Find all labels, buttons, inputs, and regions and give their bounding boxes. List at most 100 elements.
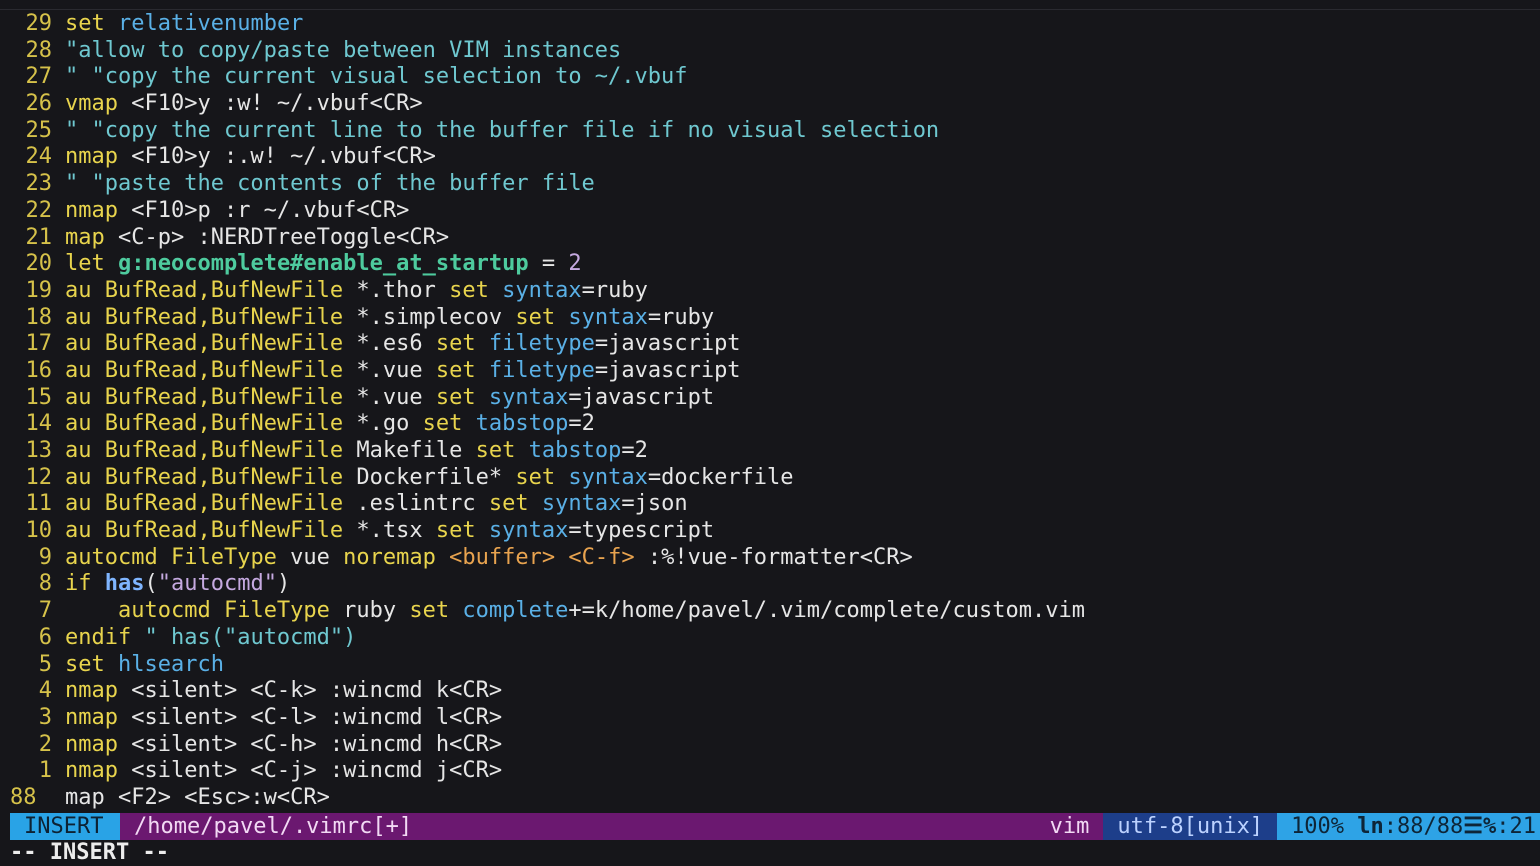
code-token: *.thor bbox=[343, 277, 450, 303]
code-line[interactable]: 13 au BufRead,BufNewFile Makefile set tab… bbox=[0, 438, 1540, 465]
code-line[interactable]: 4 nmap <silent> <C-k> :wincmd k<CR> bbox=[0, 678, 1540, 705]
code-token: BufRead,BufNewFile bbox=[104, 304, 344, 330]
line-number: 9 bbox=[38, 544, 52, 570]
code-line[interactable]: 29 set relativenumber bbox=[0, 11, 1540, 38]
code-token: has bbox=[104, 571, 145, 597]
code-line[interactable]: 10 au BufRead,BufNewFile *.tsx set syntax… bbox=[0, 518, 1540, 545]
line-number: 10 bbox=[25, 518, 53, 544]
line-code: nmap <F10>y :.w! ~/.vbuf<CR> bbox=[65, 144, 436, 169]
code-line[interactable]: 1 nmap <silent> <C-j> :wincmd j<CR> bbox=[0, 758, 1540, 785]
code-line[interactable]: 25 " "copy the current line to the buffer… bbox=[0, 118, 1540, 145]
code-line[interactable]: 3 nmap <silent> <C-l> :wincmd l<CR> bbox=[0, 705, 1540, 732]
command-line[interactable]: -- INSERT -- bbox=[10, 840, 1540, 866]
line-code: nmap <silent> <C-k> :wincmd k<CR> bbox=[65, 678, 502, 703]
line-code: au BufRead,BufNewFile *.vue set syntax=j… bbox=[65, 385, 714, 410]
code-token: set bbox=[475, 438, 516, 463]
code-token: <F10>y :.w! ~/.vbuf<CR> bbox=[117, 144, 436, 170]
code-token: filetype bbox=[488, 331, 595, 357]
line-code: autocmd FileType vue noremap <buffer> <C… bbox=[65, 545, 913, 570]
line-number: 19 bbox=[25, 277, 53, 303]
code-line[interactable]: 28 "allow to copy/paste between VIM insta… bbox=[0, 38, 1540, 65]
code-line[interactable]: 16 au BufRead,BufNewFile *.vue set filety… bbox=[0, 358, 1540, 385]
code-line[interactable]: 9 autocmd FileType vue noremap <buffer> <… bbox=[0, 545, 1540, 572]
line-number: 2 bbox=[38, 731, 52, 757]
code-token: syntax bbox=[568, 464, 648, 490]
code-token: *.es6 bbox=[343, 331, 436, 357]
code-token: <C-p> :NERDTreeToggle<CR> bbox=[104, 224, 450, 250]
code-line[interactable]: 26 vmap <F10>y :w! ~/.vbuf<CR> bbox=[0, 91, 1540, 118]
top-border bbox=[0, 9, 1540, 10]
line-position: :88/88 bbox=[1383, 814, 1464, 839]
code-token: vue bbox=[276, 544, 344, 570]
line-code: au BufRead,BufNewFile .eslintrc set synt… bbox=[65, 491, 688, 516]
status-line: INSERT /home/pavel/.vimrc[+] vim utf-8[u… bbox=[10, 813, 1540, 840]
code-token: Dockerfile* bbox=[343, 464, 516, 490]
code-line[interactable]: 27 " "copy the current visual selection t… bbox=[0, 64, 1540, 91]
code-token: "allow to copy/paste between VIM instanc… bbox=[65, 37, 622, 63]
code-line[interactable]: 19 au BufRead,BufNewFile *.thor set synta… bbox=[0, 278, 1540, 305]
code-token: <silent> <C-h> :wincmd h<CR> bbox=[117, 731, 503, 757]
code-line[interactable]: 6 endif " has("autocmd") bbox=[0, 625, 1540, 652]
code-token: autocmd bbox=[117, 598, 211, 624]
current-code-line[interactable]: 88 map <F2> <Esc>:w<CR> bbox=[0, 785, 1540, 812]
code-token: nmap bbox=[65, 678, 118, 704]
code-line[interactable]: 2 nmap <silent> <C-h> :wincmd h<CR> bbox=[0, 732, 1540, 759]
code-token: =javascript bbox=[568, 384, 715, 410]
code-line[interactable]: 7 autocmd FileType ruby set complete+=k/… bbox=[0, 598, 1540, 625]
code-line[interactable]: 17 au BufRead,BufNewFile *.es6 set filety… bbox=[0, 331, 1540, 358]
code-line[interactable]: 22 nmap <F10>p :r ~/.vbuf<CR> bbox=[0, 198, 1540, 225]
code-token: tabstop bbox=[528, 438, 622, 463]
line-number: 8 bbox=[38, 571, 52, 597]
cursor-position: 100% ln:88/88☰%:21 bbox=[1277, 813, 1540, 840]
code-token: :%!vue-formatter<CR> bbox=[634, 544, 913, 570]
line-number: 17 bbox=[25, 331, 53, 357]
code-token: ( bbox=[144, 571, 158, 597]
code-token: au bbox=[65, 518, 92, 544]
code-line[interactable]: 8 if has("autocmd") bbox=[0, 571, 1540, 598]
code-token: set bbox=[515, 304, 556, 330]
line-number: 15 bbox=[25, 384, 53, 410]
code-token: =ruby bbox=[647, 304, 715, 330]
code-line[interactable]: 20 let g:neocomplete#enable_at_startup = … bbox=[0, 251, 1540, 278]
code-line[interactable]: 12 au BufRead,BufNewFile Dockerfile* set … bbox=[0, 465, 1540, 492]
line-number: 24 bbox=[25, 144, 53, 170]
editor-buffer[interactable]: 29 set relativenumber 28 "allow to copy/pas… bbox=[0, 11, 1540, 813]
code-token: =javascript bbox=[594, 331, 741, 357]
code-token: FileType bbox=[223, 598, 330, 624]
code-line[interactable]: 23 " "paste the contents of the buffer fi… bbox=[0, 171, 1540, 198]
line-number: 5 bbox=[38, 651, 52, 677]
mode-indicator: INSERT bbox=[10, 813, 120, 840]
code-token: g:neocomplete#enable_at_startup bbox=[118, 251, 529, 277]
code-token: *.go bbox=[343, 411, 423, 437]
code-token: BufRead,BufNewFile bbox=[104, 518, 344, 544]
code-line[interactable]: 24 nmap <F10>y :.w! ~/.vbuf<CR> bbox=[0, 144, 1540, 171]
line-number: 22 bbox=[25, 197, 53, 223]
code-token: if bbox=[65, 571, 92, 597]
code-line[interactable]: 11 au BufRead,BufNewFile .eslintrc set sy… bbox=[0, 491, 1540, 518]
code-token: BufRead,BufNewFile bbox=[104, 438, 344, 463]
line-number: 6 bbox=[38, 624, 52, 650]
code-line[interactable]: 5 set hlsearch bbox=[0, 652, 1540, 679]
code-line[interactable]: 21 map <C-p> :NERDTreeToggle<CR> bbox=[0, 225, 1540, 252]
code-token: map bbox=[65, 224, 105, 250]
code-token: endif bbox=[65, 624, 132, 650]
code-line[interactable]: 18 au BufRead,BufNewFile *.simplecov set … bbox=[0, 305, 1540, 332]
code-line[interactable]: 14 au BufRead,BufNewFile *.go set tabstop… bbox=[0, 411, 1540, 438]
code-token: set bbox=[422, 411, 463, 437]
code-line[interactable]: 15 au BufRead,BufNewFile *.vue set syntax… bbox=[0, 385, 1540, 412]
